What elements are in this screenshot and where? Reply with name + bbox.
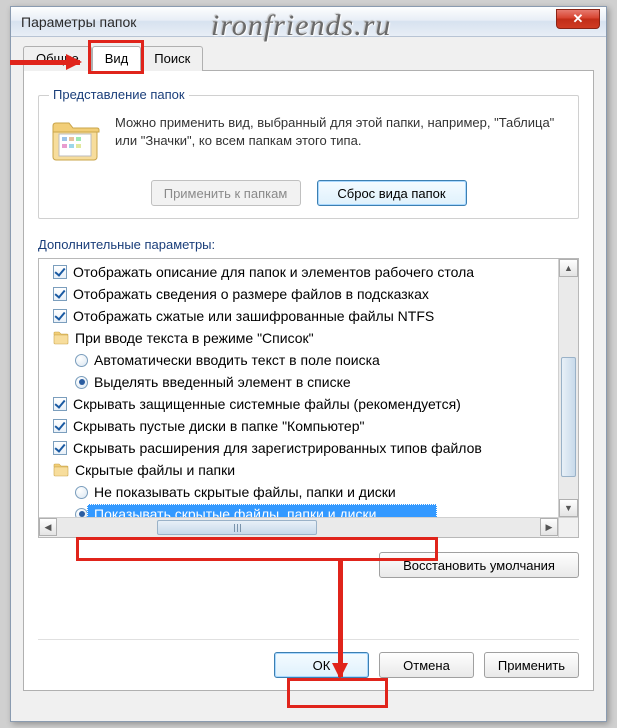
tree-item[interactable]: Автоматически вводить текст в поле поиск… [39,349,558,371]
close-icon: ✕ [573,11,584,27]
tab-strip: Общие Вид Поиск [23,45,594,71]
horizontal-scrollbar[interactable]: ◀ ▶ [39,517,558,537]
restore-defaults-button[interactable]: Восстановить умолчания [379,552,579,578]
tree-item-label: Скрывать расширения для зарегистрированн… [73,440,482,456]
radio-icon[interactable] [75,354,88,367]
scroll-left-icon[interactable]: ◀ [39,518,57,536]
vscroll-thumb[interactable] [561,357,576,477]
folder-views-group: Представление папок Можно применить вид,… [38,95,579,219]
tab-view[interactable]: Вид [92,46,142,71]
vertical-scrollbar[interactable]: ▲ ▼ [558,259,578,517]
apply-button[interactable]: Применить [484,652,579,678]
tree-item-label: Не показывать скрытые файлы, папки и дис… [94,484,396,500]
tab-search[interactable]: Поиск [141,46,203,71]
tree-item[interactable]: Показывать скрытые файлы, папки и диски [39,503,558,517]
scroll-right-icon[interactable]: ▶ [540,518,558,536]
advanced-settings-label: Дополнительные параметры: [38,237,579,252]
cancel-button[interactable]: Отмена [379,652,474,678]
tree-item: Скрытые файлы и папки [39,459,558,481]
scroll-down-icon[interactable]: ▼ [559,499,578,517]
checkbox-icon[interactable] [53,287,67,301]
radio-icon[interactable] [75,376,88,389]
hscroll-thumb[interactable] [157,520,317,535]
checkbox-icon[interactable] [53,397,67,411]
folder-views-description: Можно применить вид, выбранный для этой … [115,114,568,149]
tree-item-label: Скрывать пустые диски в папке "Компьютер… [73,418,364,434]
tree-item: При вводе текста в режиме "Список" [39,327,558,349]
tab-body-view: Представление папок Можно применить вид,… [23,71,594,691]
tree-item-label: При вводе текста в режиме "Список" [75,330,314,346]
tree-item[interactable]: Отображать описание для папок и элементо… [39,261,558,283]
tree-item-label: Автоматически вводить текст в поле поиск… [94,352,380,368]
tree-item-label: Отображать описание для папок и элементо… [73,264,474,280]
advanced-settings-tree: Отображать описание для папок и элементо… [38,258,579,538]
tree-item[interactable]: Скрывать расширения для зарегистрированн… [39,437,558,459]
tree-item-label: Выделять введенный элемент в списке [94,374,351,390]
tree-item[interactable]: Скрывать защищенные системные файлы (рек… [39,393,558,415]
tree-item-label: Отображать сведения о размере файлов в п… [73,286,429,302]
tree-item-label: Скрывать защищенные системные файлы (рек… [73,396,461,412]
tree-item[interactable]: Выделять введенный элемент в списке [39,371,558,393]
checkbox-icon[interactable] [53,309,67,323]
scrollbar-corner [558,517,578,537]
reset-folders-button[interactable]: Сброс вида папок [317,180,467,206]
tree-item-label: Отображать сжатые или зашифрованные файл… [73,308,434,324]
tree-item-label: Скрытые файлы и папки [75,462,235,478]
tree-item[interactable]: Не показывать скрытые файлы, папки и дис… [39,481,558,503]
close-button[interactable]: ✕ [556,9,600,29]
radio-icon[interactable] [75,486,88,499]
scroll-up-icon[interactable]: ▲ [559,259,578,277]
tree-item[interactable]: Отображать сведения о размере файлов в п… [39,283,558,305]
folder-icon [49,114,101,166]
tab-general[interactable]: Общие [23,46,92,71]
tree-viewport[interactable]: Отображать описание для папок и элементо… [39,259,558,517]
hscroll-track[interactable] [57,518,540,537]
checkbox-icon[interactable] [53,419,67,433]
checkbox-icon[interactable] [53,265,67,279]
apply-to-folders-button: Применить к папкам [151,180,301,206]
client-area: Общие Вид Поиск Представление папок [11,37,606,703]
folder-options-dialog: Параметры папок ✕ ironfriends.ru Общие В… [10,6,607,722]
checkbox-icon[interactable] [53,441,67,455]
window-title: Параметры папок [21,14,136,30]
tree-item[interactable]: Скрывать пустые диски в папке "Компьютер… [39,415,558,437]
ok-button[interactable]: ОК [274,652,369,678]
dialog-button-row: ОК Отмена Применить [38,639,579,678]
tree-item[interactable]: Отображать сжатые или зашифрованные файл… [39,305,558,327]
vscroll-track[interactable] [559,277,578,499]
folder-views-legend: Представление папок [49,87,189,102]
titlebar: Параметры папок ✕ [11,7,606,37]
tree-item-label: Показывать скрытые файлы, папки и диски [94,506,376,517]
